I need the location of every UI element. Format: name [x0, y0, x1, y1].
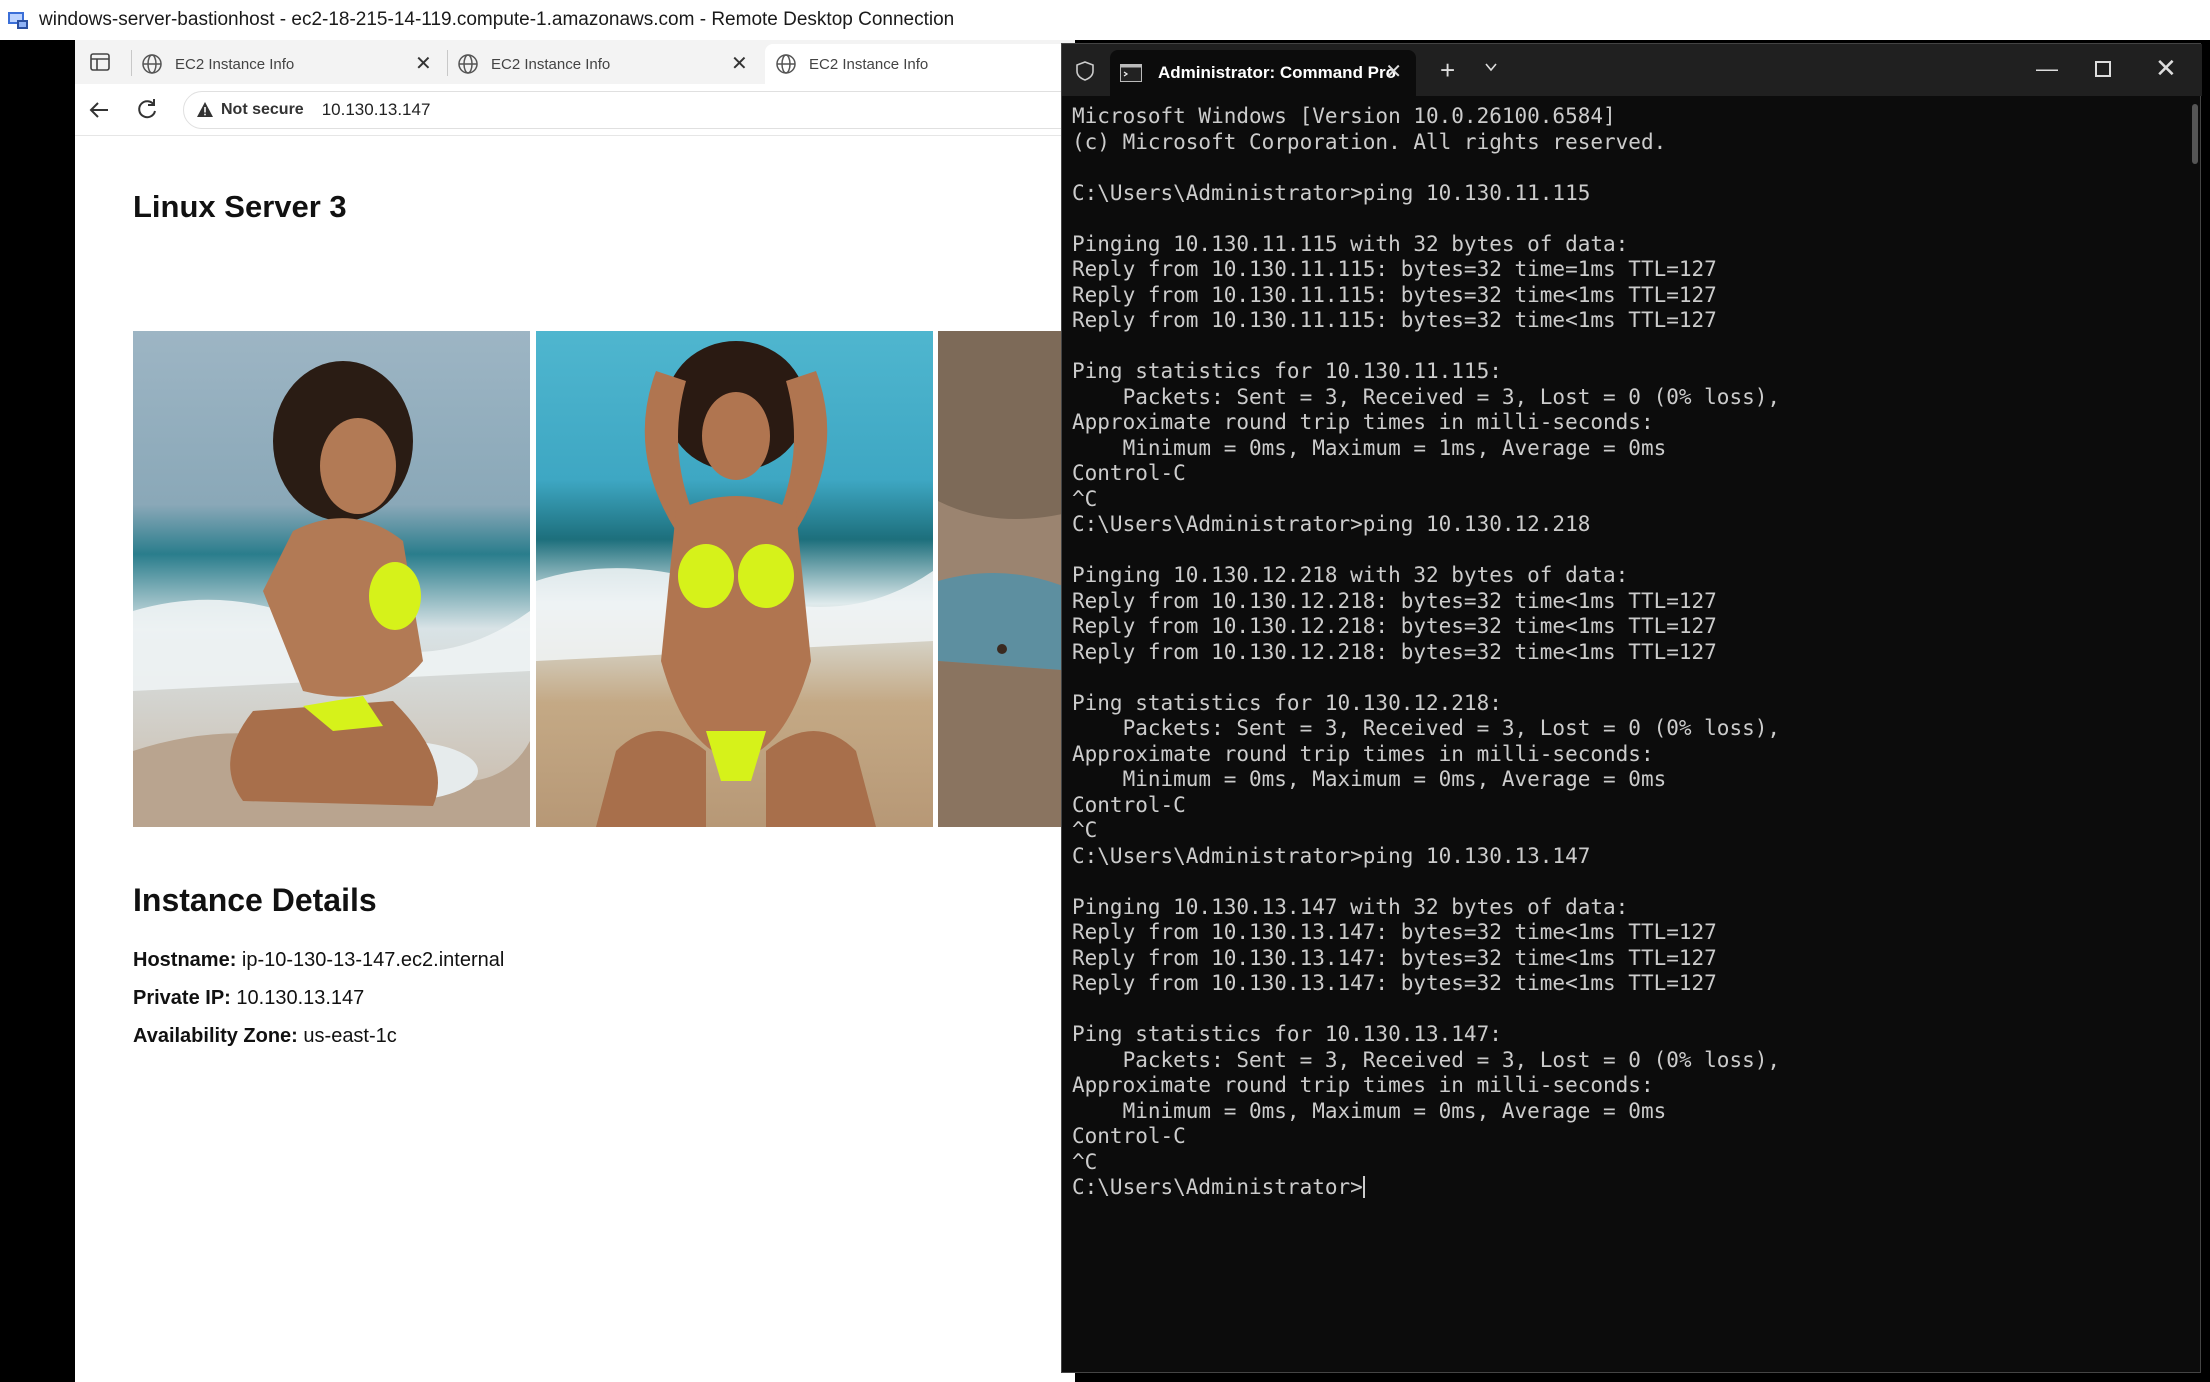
terminal-line: Approximate round trip times in milli-se…: [1072, 1073, 1654, 1097]
terminal-line: Reply from 10.130.12.218: bytes=32 time<…: [1072, 614, 1717, 638]
terminal-line: C:\Users\Administrator>ping 10.130.12.21…: [1072, 512, 1591, 536]
terminal-line: Reply from 10.130.11.115: bytes=32 time=…: [1072, 257, 1717, 281]
private-ip-row: Private IP: 10.130.13.147: [133, 987, 364, 1010]
rdp-left-border: [0, 40, 75, 1382]
terminal-prompt: C:\Users\Administrator>: [1072, 1175, 1363, 1199]
browser-window: EC2 Instance Info ✕ EC2 Instance Info ✕ …: [75, 40, 1075, 1382]
terminal-line: Minimum = 0ms, Maximum = 0ms, Average = …: [1072, 767, 1667, 791]
tab-close-icon[interactable]: ✕: [415, 51, 432, 76]
terminal-line: Ping statistics for 10.130.12.218:: [1072, 690, 1502, 715]
terminal-line: Reply from 10.130.13.147: bytes=32 time<…: [1072, 920, 1717, 944]
rdp-titlebar: windows-server-bastionhost - ec2-18-215-…: [0, 0, 2210, 40]
tab-label: EC2 Instance Info: [491, 55, 611, 73]
close-icon[interactable]: ✕: [2155, 53, 2177, 84]
terminal-line: Reply from 10.130.12.218: bytes=32 time<…: [1072, 639, 1717, 664]
browser-toolbar: Not secure 10.130.13.147: [75, 84, 1075, 136]
terminal-line: Approximate round trip times in milli-se…: [1072, 410, 1654, 434]
url-text[interactable]: 10.130.13.147: [322, 100, 431, 120]
beach-photo-1: [133, 331, 530, 827]
terminal-line: Packets: Sent = 3, Received = 3, Lost = …: [1072, 1047, 1781, 1072]
globe-icon: [457, 53, 479, 75]
terminal-line: Control-C: [1072, 461, 1186, 485]
availability-zone-value: us-east-1c: [303, 1025, 397, 1047]
terminal-line: C:\Users\Administrator>ping 10.130.11.11…: [1072, 180, 1591, 205]
private-ip-label: Private IP:: [133, 987, 231, 1009]
command-prompt-icon: [1120, 64, 1142, 82]
terminal-line: Pinging 10.130.12.218 with 32 bytes of d…: [1072, 563, 1629, 587]
terminal-line: Microsoft Windows [Version 10.0.26100.65…: [1072, 104, 1616, 128]
hostname-value: ip-10-130-13-147.ec2.internal: [241, 949, 505, 971]
browser-tab-3-active[interactable]: EC2 Instance Info: [765, 44, 1075, 84]
terminal-line: Packets: Sent = 3, Received = 3, Lost = …: [1072, 716, 1781, 740]
beach-photo-2: [536, 331, 933, 827]
maximize-icon[interactable]: [2095, 61, 2111, 77]
availability-zone-row: Availability Zone: us-east-1c: [133, 1025, 397, 1048]
terminal-line: Control-C: [1072, 792, 1186, 817]
terminal-line: Minimum = 0ms, Maximum = 0ms, Average = …: [1072, 1098, 1667, 1123]
page-title: Linux Server 3: [133, 189, 347, 224]
chevron-down-icon[interactable]: [1482, 58, 1500, 76]
back-arrow-icon[interactable]: [85, 96, 113, 124]
terminal-line: Control-C: [1072, 1124, 1186, 1148]
terminal-prompt-line[interactable]: C:\Users\Administrator>: [1072, 1175, 2172, 1201]
web-page-content: Linux Server 3 Instance Details Hostname…: [75, 137, 1075, 1382]
tab-close-icon[interactable]: ✕: [1385, 59, 1402, 84]
terminal-line: Ping statistics for 10.130.11.115:: [1072, 359, 1502, 383]
minimize-icon[interactable]: —: [2036, 56, 2058, 82]
terminal-line: Reply from 10.130.11.115: bytes=32 time<…: [1072, 282, 1717, 307]
not-secure-label[interactable]: Not secure: [221, 101, 304, 119]
remote-desktop-icon: [7, 9, 29, 31]
tab-close-icon[interactable]: ✕: [731, 51, 748, 76]
terminal-line: Ping statistics for 10.130.13.147:: [1072, 1022, 1502, 1046]
globe-icon: [775, 53, 797, 75]
terminal-line: Reply from 10.130.13.147: bytes=32 time<…: [1072, 971, 1717, 995]
rdp-window-title: windows-server-bastionhost - ec2-18-215-…: [39, 9, 955, 30]
terminal-titlebar: Administrator: Command Pro ✕ + — ✕: [1062, 44, 2202, 96]
terminal-tab-label: Administrator: Command Pro: [1158, 63, 1397, 82]
beach-photo-3: [938, 331, 1075, 827]
new-tab-plus-icon[interactable]: +: [1440, 55, 1455, 86]
terminal-line: ^C: [1072, 818, 1098, 842]
tab-label: EC2 Instance Info: [809, 55, 929, 73]
terminal-line: Pinging 10.130.13.147 with 32 bytes of d…: [1072, 894, 1629, 919]
globe-icon: [141, 53, 163, 75]
terminal-line: Reply from 10.130.11.115: bytes=32 time<…: [1072, 308, 1717, 332]
hostname-label: Hostname:: [133, 949, 237, 971]
warning-icon[interactable]: [196, 101, 214, 119]
shield-icon: [1074, 60, 1096, 82]
browser-tab-2[interactable]: EC2 Instance Info ✕: [447, 44, 763, 84]
terminal-line: Packets: Sent = 3, Received = 3, Lost = …: [1072, 384, 1781, 409]
terminal-line: Reply from 10.130.13.147: bytes=32 time<…: [1072, 945, 1717, 970]
tab-label: EC2 Instance Info: [175, 55, 295, 73]
availability-zone-label: Availability Zone:: [133, 1025, 298, 1047]
terminal-line: Reply from 10.130.12.218: bytes=32 time<…: [1072, 588, 1717, 613]
terminal-line: (c) Microsoft Corporation. All rights re…: [1072, 129, 1667, 154]
terminal-scrollbar[interactable]: [2192, 104, 2198, 164]
terminal-tab[interactable]: Administrator: Command Pro ✕: [1110, 50, 1416, 96]
terminal-line: Minimum = 0ms, Maximum = 1ms, Average = …: [1072, 435, 1667, 460]
terminal-line: ^C: [1072, 486, 1098, 511]
private-ip-value: 10.130.13.147: [236, 987, 365, 1009]
reload-icon[interactable]: [133, 96, 161, 124]
terminal-line: Approximate round trip times in milli-se…: [1072, 741, 1654, 766]
hostname-row: Hostname: ip-10-130-13-147.ec2.internal: [133, 949, 504, 972]
terminal-window: Administrator: Command Pro ✕ + — ✕ Micro…: [1061, 43, 2202, 1373]
terminal-line: C:\Users\Administrator>ping 10.130.13.14…: [1072, 843, 1591, 868]
browser-tab-1[interactable]: EC2 Instance Info ✕: [131, 44, 447, 84]
text-cursor: [1362, 1176, 1365, 1198]
terminal-output[interactable]: Microsoft Windows [Version 10.0.26100.65…: [1072, 104, 2172, 1364]
instance-details-heading: Instance Details: [133, 882, 377, 918]
browser-tabstrip: EC2 Instance Info ✕ EC2 Instance Info ✕ …: [75, 40, 1075, 84]
address-bar[interactable]: Not secure 10.130.13.147: [183, 91, 1075, 129]
terminal-line: ^C: [1072, 1149, 1098, 1174]
terminal-line: Pinging 10.130.11.115 with 32 bytes of d…: [1072, 231, 1629, 256]
sidebar-toggle-icon[interactable]: [89, 51, 111, 73]
